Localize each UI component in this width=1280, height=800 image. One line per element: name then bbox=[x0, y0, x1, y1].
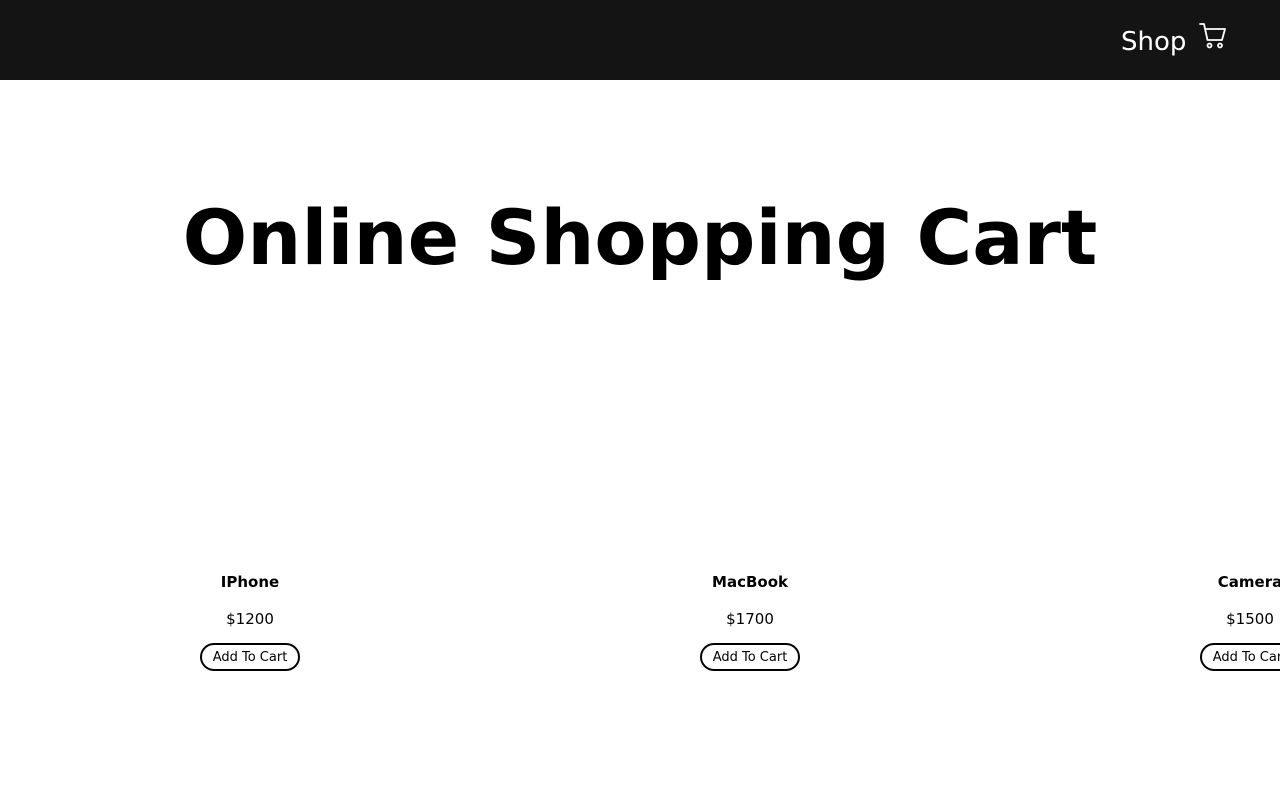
product-price: $1500 bbox=[1226, 610, 1274, 628]
add-to-cart-button[interactable]: Add To Cart bbox=[1199, 643, 1280, 671]
product-card: Camera $1500 Add To Cart bbox=[1100, 570, 1280, 671]
product-name: IPhone bbox=[220, 573, 280, 591]
navbar: Shop bbox=[0, 0, 1280, 80]
product-name: Camera bbox=[1217, 573, 1280, 591]
product-card: MacBook $1700 Add To Cart bbox=[600, 570, 900, 671]
product-card: IPhone $1200 Add To Cart bbox=[100, 570, 400, 671]
add-to-cart-button[interactable]: Add To Cart bbox=[199, 643, 301, 671]
product-price: $1200 bbox=[226, 610, 274, 628]
add-to-cart-button[interactable]: Add To Cart bbox=[699, 643, 801, 671]
product-price: $1700 bbox=[726, 610, 774, 628]
product-clip: Camera $1500 Add To Cart bbox=[1100, 0, 1280, 800]
page-title: Online Shopping Cart bbox=[182, 193, 1098, 282]
product-name: MacBook bbox=[712, 573, 788, 591]
